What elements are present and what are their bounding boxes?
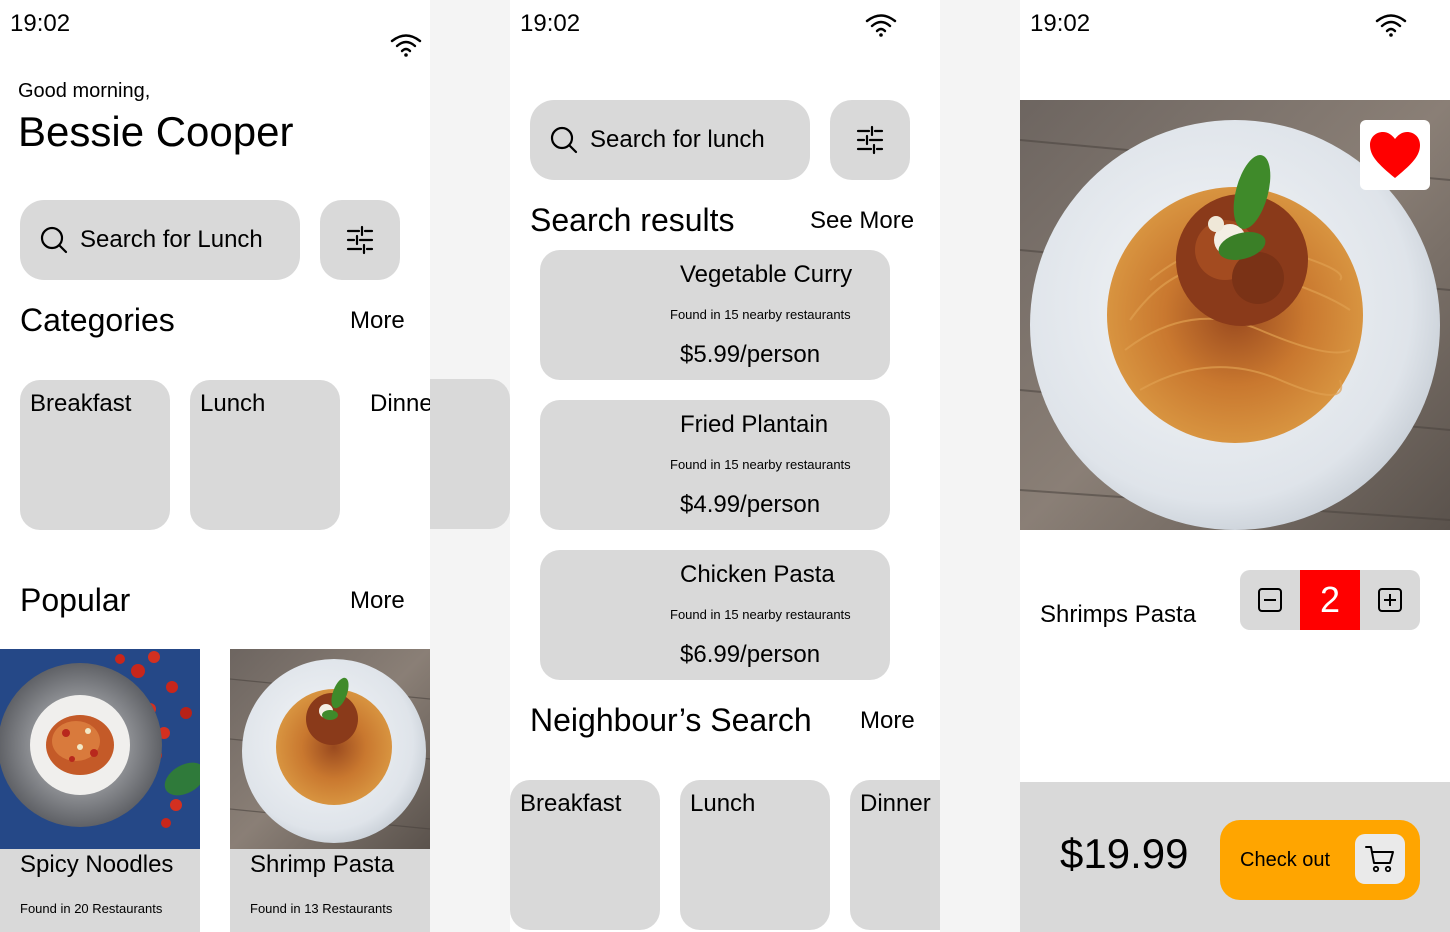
neighbour-label: Dinner bbox=[860, 790, 931, 817]
cart-icon-box bbox=[1355, 834, 1405, 884]
user-name: Bessie Cooper bbox=[18, 108, 294, 155]
category-label: Lunch bbox=[200, 390, 266, 417]
popular-card-shrimp-pasta[interactable]: Shrimp Pasta Found in 13 Restaurants bbox=[230, 649, 430, 932]
result-price: $4.99/person bbox=[680, 491, 821, 518]
result-price: $6.99/person bbox=[680, 641, 821, 668]
neighbour-label: Breakfast bbox=[520, 790, 622, 817]
result-name: Chicken Pasta bbox=[680, 561, 835, 588]
result-subtitle: Found in 15 nearby restaurants bbox=[670, 457, 851, 472]
neighbour-more-link[interactable]: More bbox=[860, 707, 915, 735]
detail-screen: 19:02 Shrimps Pasta 2 $19.99 Check out bbox=[1020, 0, 1450, 932]
results-title: Search results bbox=[530, 202, 735, 238]
category-card-dinner[interactable]: Dinner bbox=[360, 380, 430, 530]
quantity-value: 2 bbox=[1300, 570, 1360, 630]
popular-card-subtitle: Found in 20 Restaurants bbox=[20, 901, 163, 916]
increment-button[interactable] bbox=[1360, 570, 1420, 630]
result-card-vegetable-curry[interactable]: Vegetable Curry Found in 15 nearby resta… bbox=[540, 250, 890, 380]
neighbour-label: Lunch bbox=[690, 790, 756, 817]
category-card-overflow bbox=[430, 379, 510, 529]
filter-button[interactable] bbox=[320, 200, 400, 280]
search-icon bbox=[550, 126, 578, 154]
search-input[interactable]: Search for lunch bbox=[530, 100, 810, 180]
neighbour-card-breakfast[interactable]: Breakfast bbox=[510, 780, 660, 930]
popular-title: Popular bbox=[20, 582, 131, 618]
popular-card-subtitle: Found in 13 Restaurants bbox=[250, 901, 393, 916]
result-card-fried-plantain[interactable]: Fried Plantain Found in 15 nearby restau… bbox=[540, 400, 890, 530]
search-placeholder: Search for Lunch bbox=[80, 226, 263, 253]
result-name: Fried Plantain bbox=[680, 411, 829, 438]
popular-card-title: Shrimp Pasta bbox=[250, 851, 395, 878]
spicy-noodles-image bbox=[0, 649, 200, 849]
checkout-label: Check out bbox=[1240, 849, 1331, 871]
categories-more-link[interactable]: More bbox=[350, 307, 405, 335]
popular-more-link[interactable]: More bbox=[350, 587, 405, 615]
search-placeholder: Search for lunch bbox=[590, 126, 765, 153]
total-price: $19.99 bbox=[1060, 830, 1189, 877]
home-screen: 19:02 Good morning, Bessie Cooper Search… bbox=[0, 0, 430, 932]
filter-button[interactable] bbox=[830, 100, 910, 180]
wifi-icon bbox=[865, 14, 897, 37]
result-subtitle: Found in 15 nearby restaurants bbox=[670, 607, 851, 622]
status-time: 19:02 bbox=[1030, 10, 1091, 37]
result-name: Vegetable Curry bbox=[680, 261, 853, 288]
search-screen: 19:02 Search for lunch Search results Se… bbox=[510, 0, 940, 932]
checkout-bar: $19.99 Check out bbox=[1020, 782, 1450, 932]
wifi-icon bbox=[1375, 14, 1407, 37]
search-icon bbox=[40, 226, 68, 254]
wifi-icon bbox=[390, 34, 422, 57]
result-card-chicken-pasta[interactable]: Chicken Pasta Found in 15 nearby restaur… bbox=[540, 550, 890, 680]
checkout-button[interactable]: Check out bbox=[1220, 820, 1420, 900]
neighbour-card-lunch[interactable]: Lunch bbox=[680, 780, 830, 930]
greeting: Good morning, bbox=[18, 80, 151, 102]
decrement-button[interactable] bbox=[1240, 570, 1300, 630]
plus-square-icon bbox=[1378, 588, 1402, 612]
category-card-lunch[interactable]: Lunch bbox=[190, 380, 340, 530]
neighbour-card-dinner[interactable]: Dinner bbox=[850, 780, 940, 930]
result-subtitle: Found in 15 nearby restaurants bbox=[670, 307, 851, 322]
popular-card-spicy-noodles[interactable]: Spicy Noodles Found in 20 Restaurants bbox=[0, 649, 200, 932]
status-time: 19:02 bbox=[10, 10, 71, 37]
popular-card-title: Spicy Noodles bbox=[20, 851, 174, 878]
category-label: Breakfast bbox=[30, 390, 132, 417]
results-see-more-link[interactable]: See More bbox=[810, 207, 914, 235]
favorite-button[interactable] bbox=[1360, 120, 1430, 190]
sliders-icon bbox=[856, 125, 884, 155]
neighbour-search-title: Neighbour’s Search bbox=[530, 702, 812, 738]
category-card-breakfast[interactable]: Breakfast bbox=[20, 380, 170, 530]
category-label: Dinner bbox=[370, 390, 430, 417]
status-time: 19:02 bbox=[520, 10, 581, 37]
minus-square-icon bbox=[1258, 588, 1282, 612]
sliders-icon bbox=[346, 225, 374, 255]
categories-title: Categories bbox=[20, 302, 175, 338]
heart-icon bbox=[1370, 132, 1420, 178]
result-price: $5.99/person bbox=[680, 341, 821, 368]
dish-name: Shrimps Pasta bbox=[1040, 601, 1197, 628]
shrimp-pasta-image bbox=[230, 649, 430, 849]
search-input[interactable]: Search for Lunch bbox=[20, 200, 300, 280]
cart-icon bbox=[1365, 846, 1394, 873]
